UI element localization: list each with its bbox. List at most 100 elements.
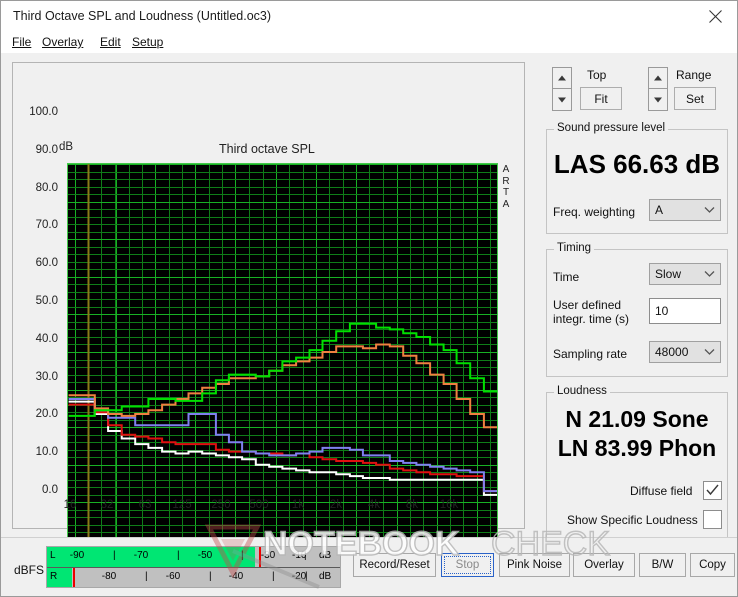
meter-tick-mark: | bbox=[209, 571, 212, 582]
x-tick-2k: 2k bbox=[329, 499, 343, 511]
sampling-rate-label: Sampling rate bbox=[553, 347, 628, 361]
meter-tick-mark: | bbox=[241, 550, 244, 561]
time-value: Slow bbox=[655, 267, 682, 281]
meter-right-channel: R bbox=[50, 571, 58, 582]
x-tick-1k: 1k bbox=[291, 499, 305, 511]
y-axis-unit-label: dB bbox=[59, 141, 74, 153]
pink-noise-button[interactable]: Pink Noise bbox=[499, 553, 570, 577]
check-icon bbox=[706, 484, 719, 496]
loudness-group-title: Loudness bbox=[554, 385, 610, 397]
meter-right: R -80 | -60 | -40 | -20 | dB bbox=[47, 568, 340, 587]
y-tick-20: 20.0 bbox=[35, 408, 58, 421]
top-spinner[interactable] bbox=[552, 67, 572, 111]
meter-tick-mark: | bbox=[177, 550, 180, 561]
overlay-button[interactable]: Overlay bbox=[573, 553, 635, 577]
chart-title: Third octave SPL bbox=[219, 142, 315, 156]
show-specific-loudness-label: Show Specific Loudness bbox=[567, 513, 698, 527]
close-button[interactable] bbox=[693, 1, 737, 32]
fit-button[interactable]: Fit bbox=[580, 87, 622, 110]
range-spinner[interactable] bbox=[648, 67, 668, 111]
menu-edit[interactable]: Edit bbox=[100, 35, 121, 49]
chevron-down-icon bbox=[698, 348, 720, 356]
x-tick-125: 125 bbox=[172, 499, 192, 511]
range-spinner-up[interactable] bbox=[648, 67, 668, 89]
meter-tick--40: -40 bbox=[228, 571, 244, 582]
top-label: Top bbox=[587, 68, 607, 82]
menu-file[interactable]: File bbox=[12, 35, 31, 49]
meter-left-unit: dB bbox=[319, 550, 332, 561]
set-button[interactable]: Set bbox=[674, 87, 716, 110]
menu-setup[interactable]: Setup bbox=[132, 35, 163, 49]
arta-watermark-label: ARTA bbox=[502, 164, 510, 210]
menu-overlay[interactable]: Overlay bbox=[42, 35, 83, 49]
spl-group-title: Sound pressure level bbox=[554, 122, 669, 134]
integr-time-label-2: integr. time (s) bbox=[553, 312, 630, 326]
integr-time-label-1: User defined bbox=[553, 298, 622, 312]
meter-tick--80: -80 bbox=[101, 571, 117, 582]
meter-right-peak bbox=[73, 568, 76, 587]
x-tick-250: 250 bbox=[211, 499, 231, 511]
y-tick-10: 10.0 bbox=[35, 446, 58, 459]
top-spinner-down[interactable] bbox=[552, 89, 572, 111]
settings-panel: Top Fit Range Set Sound pressure level L… bbox=[536, 53, 737, 538]
menu-setup-label: Setup bbox=[132, 35, 164, 49]
show-specific-loudness-checkbox[interactable] bbox=[703, 510, 722, 529]
meter-tick--70: -70 bbox=[133, 550, 149, 561]
level-meters: L -90 | -70 | -50 | -30 | -10 dB R -80 |… bbox=[46, 546, 341, 588]
freq-weighting-value: A bbox=[655, 203, 664, 217]
meter-tick--50: -50 bbox=[197, 550, 213, 561]
diffuse-field-label: Diffuse field bbox=[630, 484, 693, 498]
meter-tick--90: -90 bbox=[69, 550, 85, 561]
meter-left: L -90 | -70 | -50 | -30 | -10 dB bbox=[47, 547, 340, 567]
spl-value: LAS 66.63 dB bbox=[553, 149, 721, 179]
record-reset-button[interactable]: Record/Reset bbox=[353, 553, 436, 577]
integr-time-value: 10 bbox=[655, 304, 669, 318]
y-tick-70: 70.0 bbox=[35, 219, 58, 232]
loudness-phon-value: LN 83.99 Phon bbox=[557, 435, 717, 461]
menu-bar: File Overlay Edit Setup bbox=[1, 32, 737, 53]
diffuse-field-checkbox[interactable] bbox=[703, 481, 722, 500]
freq-weighting-select[interactable]: A bbox=[649, 199, 721, 221]
meter-tick--60: -60 bbox=[165, 571, 181, 582]
integr-time-input[interactable]: 10 bbox=[649, 298, 721, 324]
menu-file-label: File bbox=[12, 35, 32, 49]
time-label: Time bbox=[553, 270, 580, 284]
main-content: dB Third octave SPL ARTA 100.0 90.0 80.0… bbox=[1, 53, 737, 575]
close-icon bbox=[708, 10, 722, 23]
top-spinner-up[interactable] bbox=[552, 67, 572, 89]
x-tick-32: 32 bbox=[100, 499, 114, 511]
stop-button[interactable]: Stop bbox=[441, 553, 494, 577]
time-select[interactable]: Slow bbox=[649, 263, 721, 285]
title-bar: Third Octave SPL and Loudness (Untitled.… bbox=[1, 1, 737, 32]
series-1 bbox=[68, 343, 497, 429]
meter-tick-mark: | bbox=[145, 571, 148, 582]
y-tick-90: 90.0 bbox=[35, 143, 58, 156]
range-spinner-down[interactable] bbox=[648, 89, 668, 111]
chevron-down-icon bbox=[698, 206, 720, 214]
y-tick-0: 0.0 bbox=[42, 484, 58, 496]
sampling-rate-select[interactable]: 48000 bbox=[649, 341, 721, 363]
timing-group-title: Timing bbox=[554, 242, 595, 254]
x-tick-8k: 8k bbox=[405, 499, 419, 511]
meter-tick-mark: | bbox=[305, 571, 308, 582]
triangle-up-icon bbox=[558, 75, 566, 81]
meter-tick--30: -30 bbox=[260, 550, 276, 561]
meter-tick-mark: | bbox=[272, 571, 275, 582]
application-window: Third Octave SPL and Loudness (Untitled.… bbox=[0, 0, 738, 597]
y-tick-100: 100.0 bbox=[29, 106, 58, 118]
copy-button[interactable]: Copy bbox=[690, 553, 735, 577]
window-title: Third Octave SPL and Loudness (Untitled.… bbox=[13, 9, 272, 23]
chevron-down-icon bbox=[698, 270, 720, 278]
x-tick-500: 500 bbox=[249, 499, 269, 511]
meter-tick-mark: | bbox=[113, 550, 116, 561]
x-tick-63: 63 bbox=[138, 499, 152, 511]
spl-plot-area[interactable] bbox=[67, 163, 498, 541]
y-tick-80: 80.0 bbox=[35, 181, 58, 194]
meter-right-unit: dB bbox=[319, 571, 332, 582]
focus-outline bbox=[444, 556, 491, 574]
triangle-down-icon bbox=[654, 97, 662, 102]
menu-overlay-label: Overlay bbox=[42, 35, 84, 49]
bw-button[interactable]: B/W bbox=[639, 553, 686, 577]
meter-left-channel: L bbox=[50, 550, 56, 561]
triangle-up-icon bbox=[654, 75, 662, 81]
